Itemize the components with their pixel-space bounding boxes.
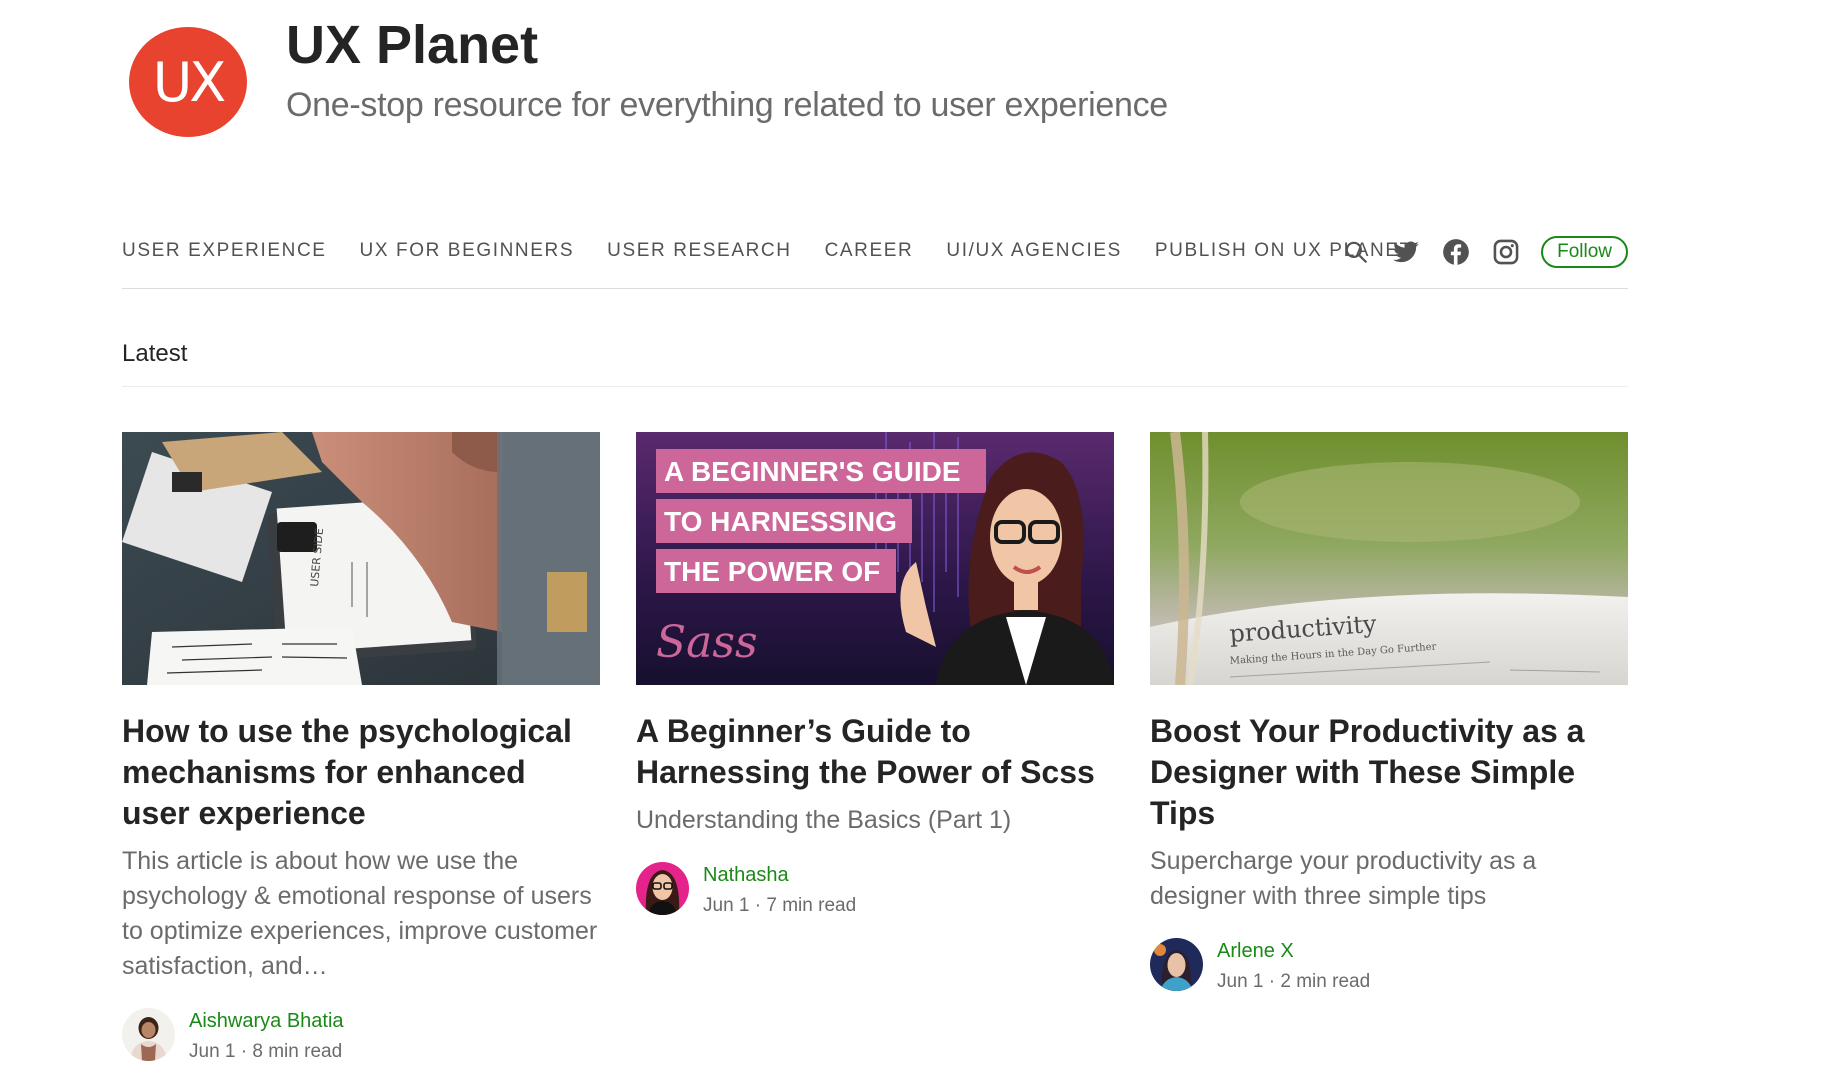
- author-name[interactable]: Nathasha: [703, 864, 856, 887]
- twitter-icon[interactable]: [1391, 237, 1421, 267]
- nav-item-ui-ux-agencies[interactable]: UI/UX AGENCIES: [946, 240, 1122, 262]
- avatar[interactable]: [122, 1008, 175, 1061]
- section-title-latest: Latest: [122, 340, 188, 367]
- article-title[interactable]: Boost Your Productivity as a Designer wi…: [1150, 711, 1628, 834]
- article-subtitle[interactable]: Supercharge your productivity as a desig…: [1150, 844, 1628, 914]
- read-time: 2 min read: [1280, 971, 1371, 992]
- article-card: productivity Making the Hours in the Day…: [1150, 432, 1628, 993]
- avatar[interactable]: [1150, 938, 1203, 991]
- meta-separator: ·: [754, 895, 767, 916]
- article-meta: Jun 1 · 8 min read: [189, 1041, 344, 1063]
- banner-line-2: TO HARNESSING: [664, 506, 897, 537]
- article-meta: Jun 1 · 2 min read: [1217, 971, 1370, 993]
- author-info: Nathasha Jun 1 · 7 min read: [703, 862, 856, 917]
- article-thumbnail[interactable]: USER SIDE: [122, 432, 600, 685]
- nav-item-career[interactable]: CAREER: [825, 240, 914, 262]
- article-meta: Jun 1 · 7 min read: [703, 895, 856, 917]
- article-title[interactable]: A Beginner’s Guide to Harnessing the Pow…: [636, 711, 1114, 793]
- avatar[interactable]: [636, 862, 689, 915]
- article-subtitle[interactable]: This article is about how we use the psy…: [122, 844, 600, 984]
- meta-separator: ·: [240, 1041, 253, 1062]
- publication-nav: USER EXPERIENCE UX FOR BEGINNERS USER RE…: [122, 226, 1628, 289]
- article-thumbnail[interactable]: A BEGINNER'S GUIDE TO HARNESSING THE POW…: [636, 432, 1114, 685]
- read-time: 7 min read: [766, 895, 857, 916]
- logo-text: UX: [152, 50, 227, 114]
- publish-date: Jun 1: [1217, 971, 1264, 992]
- banner-line-3: THE POWER OF: [664, 556, 880, 587]
- author-row: Nathasha Jun 1 · 7 min read: [636, 862, 1114, 917]
- article-card: USER SIDE How to use the psychological m…: [122, 432, 600, 1063]
- section-divider: [122, 386, 1628, 387]
- instagram-icon[interactable]: [1491, 237, 1521, 267]
- author-name[interactable]: Arlene X: [1217, 940, 1370, 963]
- article-thumbnail[interactable]: productivity Making the Hours in the Day…: [1150, 432, 1628, 685]
- article-subtitle[interactable]: Understanding the Basics (Part 1): [636, 803, 1114, 838]
- nav-links: USER EXPERIENCE UX FOR BEGINNERS USER RE…: [122, 240, 1413, 262]
- publication-page: UX UX Planet One-stop resource for every…: [0, 0, 1836, 1080]
- article-card: A BEGINNER'S GUIDE TO HARNESSING THE POW…: [636, 432, 1114, 917]
- publish-date: Jun 1: [703, 895, 750, 916]
- author-info: Aishwarya Bhatia Jun 1 · 8 min read: [189, 1008, 344, 1063]
- publication-title[interactable]: UX Planet: [286, 14, 538, 76]
- publication-tagline: One-stop resource for everything related…: [286, 86, 1168, 124]
- author-row: Arlene X Jun 1 · 2 min read: [1150, 938, 1628, 993]
- sass-logo: Sass: [656, 617, 758, 668]
- publish-date: Jun 1: [189, 1041, 236, 1062]
- author-info: Arlene X Jun 1 · 2 min read: [1217, 938, 1370, 993]
- banner-line-1: A BEGINNER'S GUIDE: [664, 456, 961, 487]
- author-row: Aishwarya Bhatia Jun 1 · 8 min read: [122, 1008, 600, 1063]
- article-title[interactable]: How to use the psychological mechanisms …: [122, 711, 600, 834]
- nav-item-user-research[interactable]: USER RESEARCH: [607, 240, 791, 262]
- facebook-icon[interactable]: [1441, 237, 1471, 267]
- nav-actions: Follow: [1341, 236, 1628, 268]
- nav-item-user-experience[interactable]: USER EXPERIENCE: [122, 240, 327, 262]
- follow-button[interactable]: Follow: [1541, 236, 1628, 268]
- author-name[interactable]: Aishwarya Bhatia: [189, 1010, 344, 1033]
- nav-item-ux-for-beginners[interactable]: UX FOR BEGINNERS: [360, 240, 575, 262]
- publication-logo[interactable]: UX: [129, 27, 247, 137]
- read-time: 8 min read: [252, 1041, 343, 1062]
- meta-separator: ·: [1268, 971, 1281, 992]
- search-icon[interactable]: [1341, 237, 1371, 267]
